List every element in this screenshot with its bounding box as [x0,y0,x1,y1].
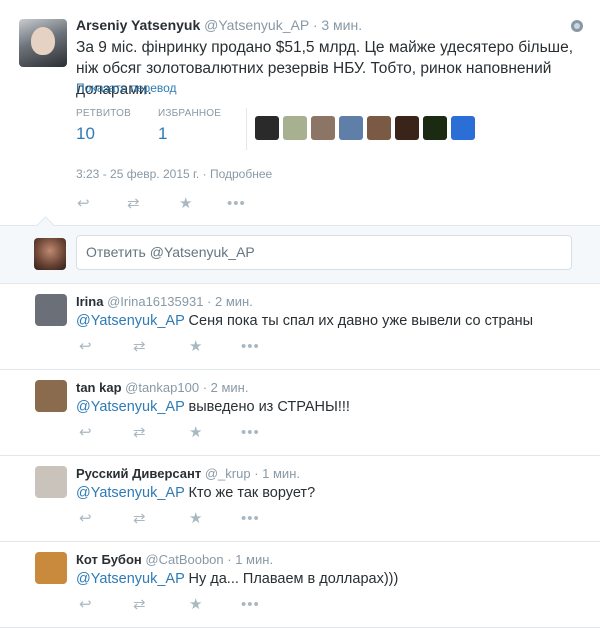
more-dots-icon[interactable]: ••• [241,511,259,527]
reply-fullname[interactable]: tan kap [76,380,122,395]
reply-icon[interactable]: ↩ [79,339,95,355]
favoriter-avatar-1[interactable] [255,116,279,140]
author-username[interactable]: @Yatsenyuk_AP [204,17,309,33]
author-fullname[interactable]: Arseniy Yatsenyuk [76,17,200,33]
tweet-time-ago[interactable]: 3 мин. [321,17,362,33]
reply-icon[interactable]: ↩ [79,511,95,527]
reply-mention[interactable]: @Yatsenyuk_AP [76,571,185,587]
reply-mention[interactable]: @Yatsenyuk_AP [76,485,185,501]
reply-body: Ну да... Плаваем в долларах))) [184,571,399,587]
reply-icon[interactable]: ↩ [77,196,93,212]
retweet-icon[interactable]: ⇄ [133,597,151,613]
favoriter-avatar-2[interactable] [283,116,307,140]
tweet-timestamp[interactable]: 3:23 - 25 февр. 2015 г. [76,167,199,181]
current-user-avatar [34,238,66,270]
retweet-icon[interactable]: ⇄ [133,511,151,527]
favorite-star-icon[interactable]: ★ [189,339,203,355]
reply-actions: ↩ ⇄ ★ ••• [79,511,259,527]
retweet-icon[interactable]: ⇄ [133,425,151,441]
retweet-icon[interactable]: ⇄ [127,196,145,212]
reply-input[interactable]: Ответить @Yatsenyuk_AP [76,235,572,270]
main-tweet: Arseniy Yatsenyuk @Yatsenyuk_AP · 3 мин.… [0,0,600,226]
reply-box: Ответить @Yatsenyuk_AP [0,216,600,284]
reply-header: tan kap @tankap100 · 2 мин. [76,380,249,395]
retweets-count: 10 [76,124,95,143]
reply-avatar[interactable] [35,380,67,412]
favorite-star-icon[interactable]: ★ [189,597,203,613]
reply-header: Irina @Irina16135931 · 2 мин. [76,294,253,309]
reply-body: Сеня пока ты спал их давно уже вывели со… [184,313,534,329]
reply-time-ago[interactable]: 2 мин. [215,294,253,309]
favoriter-avatar-3[interactable] [311,116,335,140]
reply-header: Русский Диверсант @_krup · 1 мин. [76,466,300,481]
reply-actions: ↩ ⇄ ★ ••• [79,425,259,441]
favorites-stat[interactable]: ИЗБРАННОЕ 1 [158,108,221,144]
globe-icon [571,20,583,32]
reply-actions: ↩ ⇄ ★ ••• [79,339,259,355]
reply-fullname[interactable]: Irina [76,294,103,309]
reply-icon[interactable]: ↩ [79,425,95,441]
translate-link[interactable]: Показать перевод [76,81,177,95]
reply-mention[interactable]: @Yatsenyuk_AP [76,313,185,329]
reply-username[interactable]: @CatBoobon [145,552,223,567]
reply-tweet-2[interactable]: tan kap @tankap100 · 2 мин. @Yatsenyuk_A… [0,370,600,456]
reply-icon[interactable]: ↩ [79,597,95,613]
retweet-icon[interactable]: ⇄ [133,339,151,355]
favorite-star-icon[interactable]: ★ [189,425,203,441]
favoriter-avatar-4[interactable] [339,116,363,140]
reply-avatar[interactable] [35,466,67,498]
reply-time-ago[interactable]: 1 мин. [262,466,300,481]
reply-text: @Yatsenyuk_AP Ну да... Плаваем в доллара… [76,571,398,587]
details-link[interactable]: Подробнее [210,167,272,181]
favoriter-avatar-6[interactable] [395,116,419,140]
reply-actions: ↩ ⇄ ★ ••• [79,597,259,613]
reply-avatar[interactable] [35,294,67,326]
reply-avatar[interactable] [35,552,67,584]
reply-fullname[interactable]: Кот Бубон [76,552,142,567]
favorites-count: 1 [158,124,168,143]
tweet-header: Arseniy Yatsenyuk @Yatsenyuk_AP · 3 мин. [76,17,363,33]
author-avatar[interactable] [19,19,67,67]
reply-username[interactable]: @_krup [205,466,251,481]
favorites-label: ИЗБРАННОЕ [158,108,222,119]
favorite-star-icon[interactable]: ★ [179,196,193,212]
more-dots-icon[interactable]: ••• [241,597,259,613]
retweets-stat[interactable]: РЕТВИТОВ 10 [76,108,131,144]
favorite-star-icon[interactable]: ★ [189,511,203,527]
reply-fullname[interactable]: Русский Диверсант [76,466,201,481]
favoriter-avatar-8[interactable] [451,116,475,140]
favoriter-avatar-5[interactable] [367,116,391,140]
more-dots-icon[interactable]: ••• [227,196,245,212]
reply-time-ago[interactable]: 1 мин. [235,552,273,567]
reply-text: @Yatsenyuk_AP Кто же так ворует? [76,485,315,501]
reply-username[interactable]: @tankap100 [125,380,199,395]
main-tweet-actions: ↩ ⇄ ★ ••• [77,196,245,212]
favoriter-avatar-7[interactable] [423,116,447,140]
reply-text: @Yatsenyuk_AP Сеня пока ты спал их давно… [76,313,533,329]
reply-mention[interactable]: @Yatsenyuk_AP [76,399,185,415]
reply-username[interactable]: @Irina16135931 [107,294,203,309]
reply-body: Кто же так ворует? [184,485,316,501]
more-dots-icon[interactable]: ••• [241,339,259,355]
stats-divider [246,108,247,150]
reply-tweet-4[interactable]: Кот Бубон @CatBoobon · 1 мин. @Yatsenyuk… [0,542,600,628]
retweets-label: РЕТВИТОВ [76,108,132,119]
reply-body: выведено из СТРАНЫ!!! [184,399,350,415]
reply-header: Кот Бубон @CatBoobon · 1 мин. [76,552,274,567]
reply-text: @Yatsenyuk_AP выведено из СТРАНЫ!!! [76,399,350,415]
reply-time-ago[interactable]: 2 мин. [211,380,249,395]
tweet-timestamp-row: 3:23 - 25 февр. 2015 г. · Подробнее [76,167,273,181]
more-dots-icon[interactable]: ••• [241,425,259,441]
reply-tweet-3[interactable]: Русский Диверсант @_krup · 1 мин. @Yatse… [0,456,600,542]
reply-tweet-1[interactable]: Irina @Irina16135931 · 2 мин. @Yatsenyuk… [0,284,600,370]
